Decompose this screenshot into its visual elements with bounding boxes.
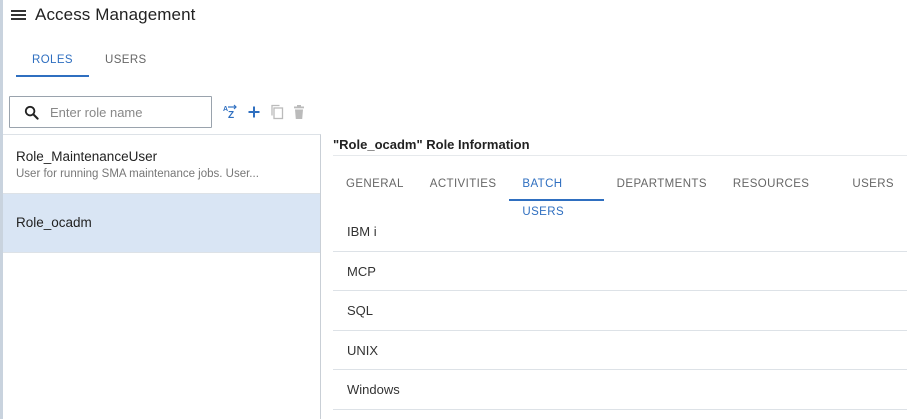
role-name: Role_MaintenanceUser bbox=[16, 149, 158, 164]
role-name: Role_ocadm bbox=[16, 215, 92, 230]
tab-users-info[interactable]: USERS bbox=[839, 170, 907, 201]
tab-departments[interactable]: DEPARTMENTS bbox=[604, 170, 720, 201]
batch-user-item[interactable]: IBM i bbox=[333, 212, 907, 252]
search-icon bbox=[24, 105, 39, 120]
page-title: Access Management bbox=[35, 5, 196, 24]
tab-roles[interactable]: ROLES bbox=[16, 46, 89, 77]
batch-user-item[interactable]: SQL bbox=[333, 291, 907, 331]
tab-users[interactable]: USERS bbox=[89, 46, 163, 77]
delete-icon[interactable] bbox=[293, 103, 305, 121]
hamburger-menu-icon[interactable] bbox=[11, 9, 26, 22]
batch-users-list: IBM i MCP SQL UNIX Windows bbox=[333, 212, 907, 410]
batch-user-item[interactable]: UNIX bbox=[333, 331, 907, 370]
add-icon[interactable] bbox=[247, 103, 261, 121]
role-toolbar: A Z bbox=[222, 103, 305, 121]
role-info-title: "Role_ocadm" Role Information bbox=[333, 137, 530, 152]
role-list-item[interactable]: Role_MaintenanceUser User for running SM… bbox=[3, 135, 320, 194]
role-list: Role_MaintenanceUser User for running SM… bbox=[3, 134, 321, 419]
batch-user-item[interactable]: MCP bbox=[333, 252, 907, 291]
tab-resources[interactable]: RESOURCES bbox=[720, 170, 839, 201]
svg-text:Z: Z bbox=[228, 110, 234, 120]
search-input[interactable] bbox=[50, 101, 205, 123]
tab-general[interactable]: GENERAL bbox=[333, 170, 417, 201]
sort-az-icon[interactable]: A Z bbox=[222, 103, 238, 121]
tab-batch-users[interactable]: BATCH USERS bbox=[509, 170, 604, 218]
copy-icon[interactable] bbox=[270, 103, 284, 121]
search-box bbox=[9, 96, 212, 128]
main-tabs: ROLES USERS bbox=[16, 46, 163, 78]
app-header: Access Management bbox=[0, 0, 907, 32]
tab-activities[interactable]: ACTIVITIES bbox=[417, 170, 510, 201]
role-info-tabs: GENERAL ACTIVITIES BATCH USERS DEPARTMEN… bbox=[333, 170, 907, 218]
batch-user-item[interactable]: Windows bbox=[333, 370, 907, 410]
divider bbox=[333, 155, 907, 156]
role-description: User for running SMA maintenance jobs. U… bbox=[16, 168, 259, 180]
role-list-item-selected[interactable]: Role_ocadm bbox=[3, 194, 320, 253]
